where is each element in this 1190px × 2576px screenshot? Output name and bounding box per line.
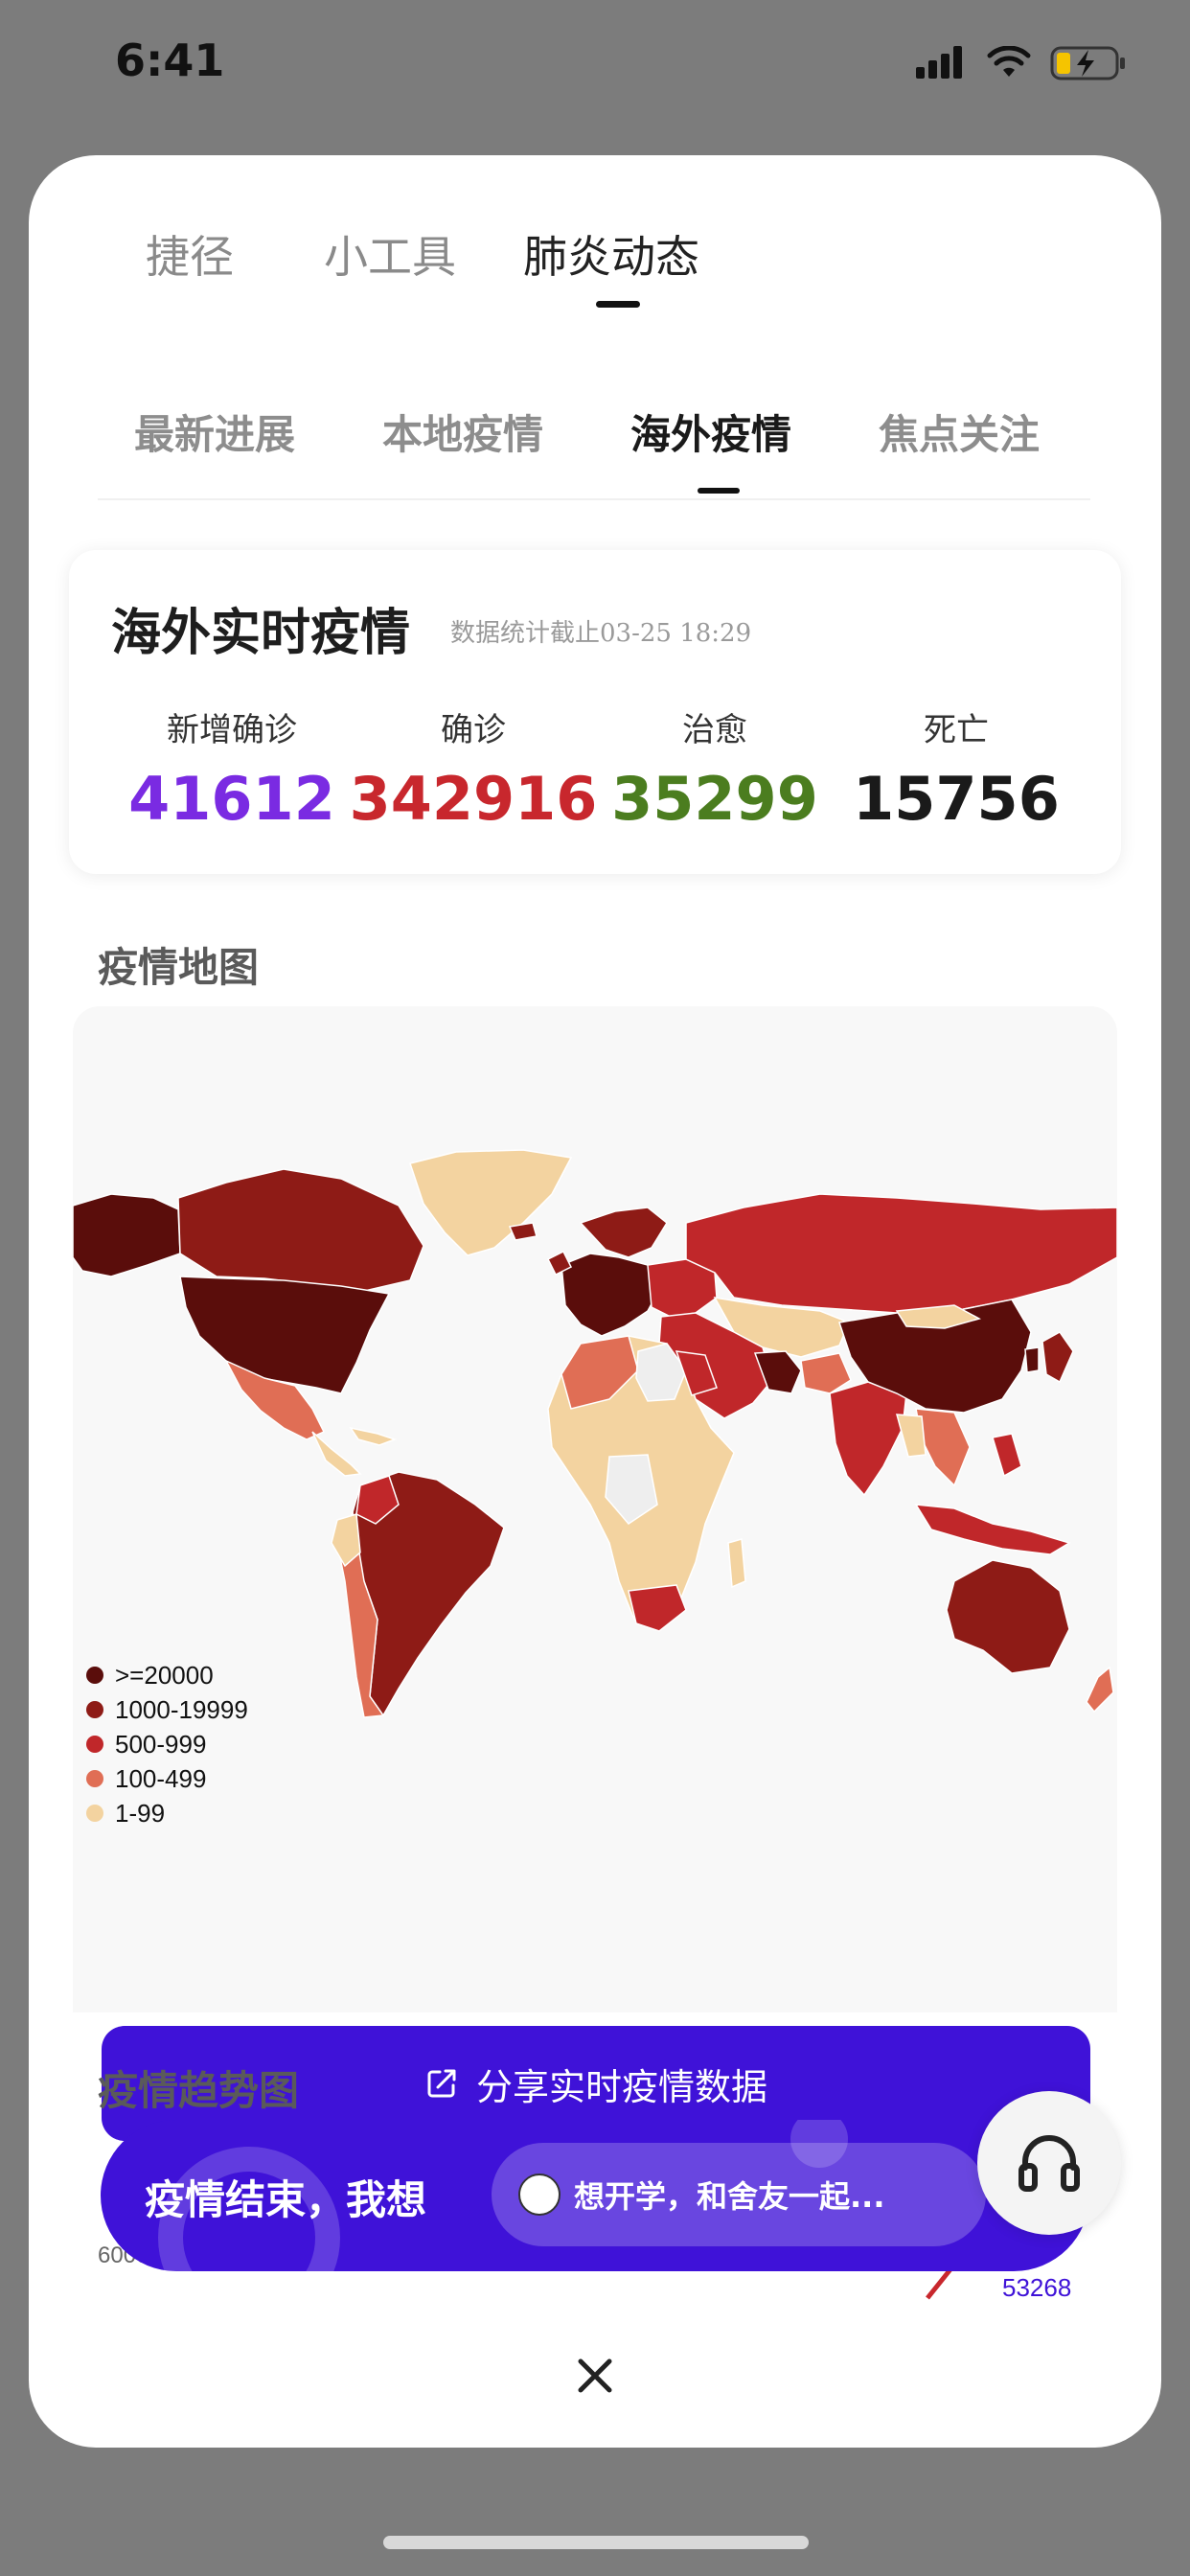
stat-label: 确诊: [441, 711, 506, 749]
stat-value: 342916: [349, 764, 598, 834]
legend-swatch: [86, 1701, 103, 1718]
region-russia: [685, 1193, 1117, 1314]
stat-label: 新增确诊: [167, 711, 297, 749]
close-icon[interactable]: [569, 2350, 621, 2402]
epidemic-map-panel: >=20000 1000-19999 500-999 100-499 1-99: [73, 1006, 1117, 2141]
region-japan: [1041, 1331, 1074, 1384]
region-myanmar: [895, 1414, 927, 1458]
region-korea: [1024, 1346, 1040, 1373]
tab-pneumonia-news[interactable]: 肺炎动态: [523, 222, 699, 286]
pill-text: 想开学，和舍友一起...: [574, 2178, 885, 2215]
trend-value-label: 53268: [1002, 2273, 1072, 2302]
legend-swatch: [86, 1736, 103, 1753]
home-indicator[interactable]: [383, 2536, 809, 2549]
overseas-stats-panel: 海外实时疫情 数据统计截止03-25 18:29 新增确诊 41612 确诊 3…: [69, 550, 1121, 874]
region-greenland: [409, 1149, 573, 1256]
region-usa: [179, 1276, 391, 1394]
region-caribbean: [349, 1426, 398, 1446]
legend-swatch: [86, 1667, 103, 1684]
top-tab-indicator: [596, 301, 640, 308]
region-canada: [177, 1168, 424, 1293]
legend-item: 100-499: [86, 1761, 248, 1796]
main-card: 捷径 小工具 肺炎动态 最新进展 本地疫情 海外疫情 焦点关注 海外实时疫情 数…: [29, 155, 1161, 2448]
legend-label: >=20000: [115, 1660, 214, 1690]
legend-label: 500-999: [115, 1729, 207, 1759]
region-central-america: [311, 1431, 362, 1477]
tab-focus[interactable]: 焦点关注: [879, 402, 1040, 461]
region-indonesia: [914, 1504, 1071, 1555]
legend-item: 1000-19999: [86, 1692, 248, 1727]
status-bar: 6:41: [0, 0, 1190, 134]
stat-confirmed: 确诊 342916: [349, 703, 598, 834]
stat-label: 治愈: [682, 711, 747, 749]
region-iceland: [508, 1222, 538, 1241]
region-philippines: [992, 1433, 1022, 1478]
legend-swatch: [86, 1770, 103, 1787]
legend-item: >=20000: [86, 1658, 248, 1692]
legend-swatch: [86, 1805, 103, 1822]
legend-label: 1-99: [115, 1798, 166, 1828]
topic-banner[interactable]: 疫情结束，我想 想开学，和舍友一起...: [101, 2120, 1089, 2271]
cellular-signal-icon: [916, 46, 962, 79]
tab-local-epidemic[interactable]: 本地疫情: [382, 402, 543, 461]
tab-shortcuts[interactable]: 捷径: [146, 222, 234, 286]
region-south-africa: [628, 1584, 687, 1632]
stat-value: 15756: [853, 764, 1060, 834]
legend-item: 1-99: [86, 1796, 248, 1830]
stats-title: 海外实时疫情: [111, 605, 411, 662]
region-western-europe: [561, 1253, 662, 1337]
map-section-title: 疫情地图: [98, 944, 260, 991]
banner-topic-pill[interactable]: 想开学，和舍友一起...: [492, 2143, 986, 2246]
battery-charging-icon: [1050, 46, 1125, 80]
legend-item: 500-999: [86, 1727, 248, 1761]
region-new-zealand: [1086, 1666, 1114, 1714]
map-legend: >=20000 1000-19999 500-999 100-499 1-99: [86, 1658, 248, 1830]
stat-new-confirmed: 新增确诊 41612: [107, 703, 356, 834]
stat-label: 死亡: [924, 711, 989, 749]
status-time: 6:41: [115, 34, 225, 86]
avatar: [518, 2174, 561, 2216]
legend-label: 1000-19999: [115, 1694, 248, 1724]
region-madagascar: [727, 1538, 746, 1589]
sub-tab-bar: 最新进展 本地疫情 海外疫情 焦点关注: [29, 402, 1161, 527]
banner-text: 疫情结束，我想: [145, 2176, 427, 2223]
stat-value: 41612: [128, 764, 335, 834]
tab-overseas-epidemic[interactable]: 海外疫情: [630, 402, 791, 461]
region-india: [829, 1381, 907, 1497]
stat-recovered: 治愈 35299: [590, 703, 839, 834]
tab-latest-progress[interactable]: 最新进展: [134, 402, 295, 461]
share-button-label: 分享实时疫情数据: [475, 2065, 767, 2108]
stat-deaths: 死亡 15756: [832, 703, 1081, 834]
legend-label: 100-499: [115, 1763, 207, 1793]
customer-service-button[interactable]: [977, 2091, 1121, 2235]
region-scandinavia: [579, 1207, 668, 1258]
stat-value: 35299: [611, 764, 818, 834]
sub-tab-indicator: [698, 488, 740, 494]
stats-timestamp: 数据统计截止03-25 18:29: [450, 619, 752, 648]
tab-tools[interactable]: 小工具: [324, 222, 456, 286]
trend-section-title: 疫情趋势图: [98, 2067, 300, 2114]
tab-divider: [98, 498, 1090, 500]
share-icon: [427, 2069, 456, 2098]
wifi-icon: [987, 46, 1031, 77]
region-australia: [946, 1559, 1070, 1674]
region-alaska: [73, 1193, 181, 1277]
headset-icon: [1018, 2135, 1080, 2192]
world-map[interactable]: [73, 1006, 1117, 1735]
region-pakistan: [800, 1352, 852, 1394]
